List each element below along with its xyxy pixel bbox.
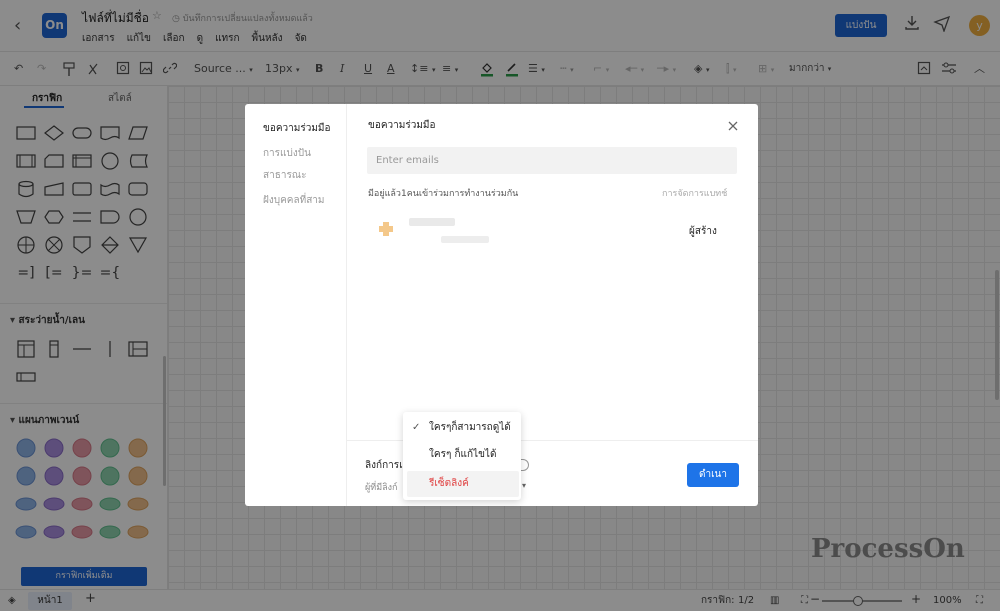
dropdown-item-anyone-edit[interactable]: ใครๆ ก็แก้ไขได้	[403, 442, 521, 468]
link-toggle[interactable]	[521, 459, 529, 471]
dropdown-item-label: ใครๆ ก็แก้ไขได้	[429, 449, 497, 460]
dropdown-item-anyone-view[interactable]: ✓ ใครๆก็สามารถดูได้	[403, 415, 521, 441]
dialog-title: ขอความร่วมมือ	[368, 120, 436, 131]
collaborator-count: มีอยู่แล้ว1คนเข้าร่วมการทำงานร่วมกัน	[368, 189, 519, 199]
close-icon[interactable]	[727, 120, 739, 132]
share-link-label: ลิงก์การแ	[365, 460, 406, 471]
link-permission-dropdown: ✓ ใครๆก็สามารถดูได้ ใครๆ ก็แก้ไขได้ รีเซ…	[403, 412, 521, 500]
check-icon: ✓	[412, 422, 421, 433]
member-role: ผู้สร้าง	[689, 226, 717, 237]
proceed-button[interactable]: ดำเนา	[687, 463, 739, 487]
sidebar-item-share[interactable]: การแบ่งปัน	[263, 146, 311, 161]
sidebar-item-collaborate[interactable]: ขอความร่วมมือ	[263, 121, 331, 136]
dropdown-item-reset-link[interactable]: รีเซ็ตลิงค์	[407, 471, 519, 497]
batch-manage-link[interactable]: การจัดการแบทช์	[662, 186, 727, 200]
dialog-sidebar: ขอความร่วมมือ การแบ่งปัน สาธารณะ ฝังบุคค…	[245, 104, 347, 506]
dropdown-item-label: ใครๆก็สามารถดูได้	[429, 422, 511, 433]
dropdown-item-label: รีเซ็ตลิงค์	[429, 478, 469, 489]
member-name-redacted	[409, 218, 455, 226]
member-email-redacted	[441, 236, 489, 243]
sidebar-item-embed[interactable]: ฝังบุคคลที่สาม	[263, 193, 325, 208]
email-input[interactable]	[367, 147, 737, 174]
link-permission-label[interactable]: ผู้ที่มีลิงก์	[365, 480, 398, 494]
sidebar-item-public[interactable]: สาธารณะ	[263, 168, 306, 183]
avatar	[373, 216, 399, 242]
chevron-down-icon[interactable]: ▾	[522, 481, 526, 490]
